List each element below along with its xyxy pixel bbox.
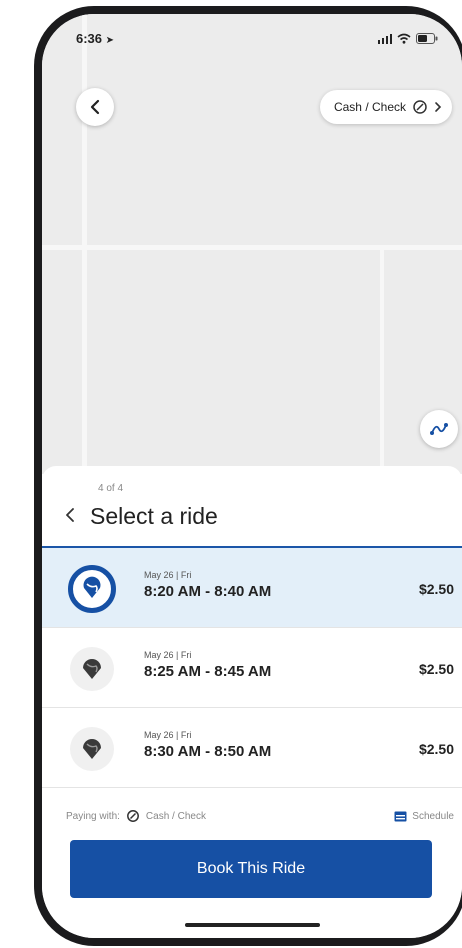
ride-option-2[interactable]: May 26 | Fri 8:25 AM - 8:45 AM $2.50 [42, 628, 462, 708]
wifi-icon [397, 33, 411, 44]
sheet-title: Select a ride [90, 503, 218, 529]
book-ride-button[interactable]: Book This Ride [70, 840, 432, 898]
ride-option-1[interactable]: May 26 | Fri 8:20 AM - 8:40 AM $2.50 [42, 548, 462, 628]
sheet-back-button[interactable] [64, 504, 76, 530]
payment-summary-row: Paying with: Cash / Check Schedule [66, 806, 454, 826]
status-time: 6:36 ➤ [76, 31, 115, 46]
phone-screen: 6:36 ➤ Cash / Check 4 of 4 Select a ride… [42, 14, 462, 938]
chevron-left-icon [90, 99, 100, 115]
payment-chip-label: Cash / Check [333, 100, 406, 114]
map-view[interactable]: 6:36 ➤ Cash / Check [42, 14, 462, 474]
status-icons [377, 33, 439, 44]
ride-price: $2.50 [418, 581, 454, 597]
ride-price: $2.50 [418, 661, 454, 677]
map-road [380, 250, 384, 474]
ride-time-range: 8:30 AM - 8:50 AM [144, 743, 272, 760]
ride-option-3[interactable]: May 26 | Fri 8:30 AM - 8:50 AM $2.50 [42, 708, 462, 788]
ride-price: $2.50 [418, 741, 454, 757]
chevron-right-icon [435, 102, 442, 112]
cash-icon [126, 810, 139, 822]
paying-with[interactable]: Paying with: Cash / Check [66, 809, 206, 823]
ride-selection-sheet: 4 of 4 Select a ride May 26 | Fri 8:20 A… [42, 466, 462, 938]
back-button[interactable] [76, 88, 114, 126]
ride-time-range: 8:25 AM - 8:45 AM [144, 663, 272, 680]
paying-with-label: Paying with: [66, 810, 120, 822]
ride-list: May 26 | Fri 8:20 AM - 8:40 AM $2.50 May [42, 546, 462, 788]
cellular-signal-icon [377, 34, 392, 44]
route-icon [430, 423, 448, 435]
schedule-link[interactable]: Schedule [394, 810, 454, 822]
ride-date: May 26 | Fri [144, 570, 192, 580]
ride-date: May 26 | Fri [144, 650, 192, 660]
phone-frame: 6:36 ➤ Cash / Check 4 of 4 Select a ride… [34, 6, 462, 946]
route-overview-button[interactable] [420, 410, 458, 448]
status-bar: 6:36 ➤ [42, 14, 462, 54]
cash-icon [413, 100, 427, 114]
chevron-left-icon [66, 507, 74, 522]
app-stage: 6:36 ➤ Cash / Check 4 of 4 Select a ride… [0, 0, 462, 948]
step-indicator: 4 of 4 [98, 483, 124, 494]
map-road [82, 14, 87, 474]
ride-date: May 26 | Fri [144, 730, 192, 740]
location-arrow-icon: ➤ [105, 35, 115, 46]
schedule-label: Schedule [412, 810, 454, 822]
ride-marker-icon [70, 647, 114, 691]
calendar-icon [394, 811, 407, 822]
sheet-header: Select a ride [64, 503, 218, 530]
payment-method: Cash / Check [145, 810, 206, 822]
ride-time-range: 8:20 AM - 8:40 AM [144, 583, 272, 600]
payment-method-chip[interactable]: Cash / Check [319, 90, 452, 124]
battery-icon [416, 33, 438, 44]
home-indicator[interactable] [185, 923, 320, 927]
ride-marker-icon [70, 727, 114, 771]
ride-marker-selected-icon [68, 565, 116, 613]
map-road [42, 245, 462, 250]
